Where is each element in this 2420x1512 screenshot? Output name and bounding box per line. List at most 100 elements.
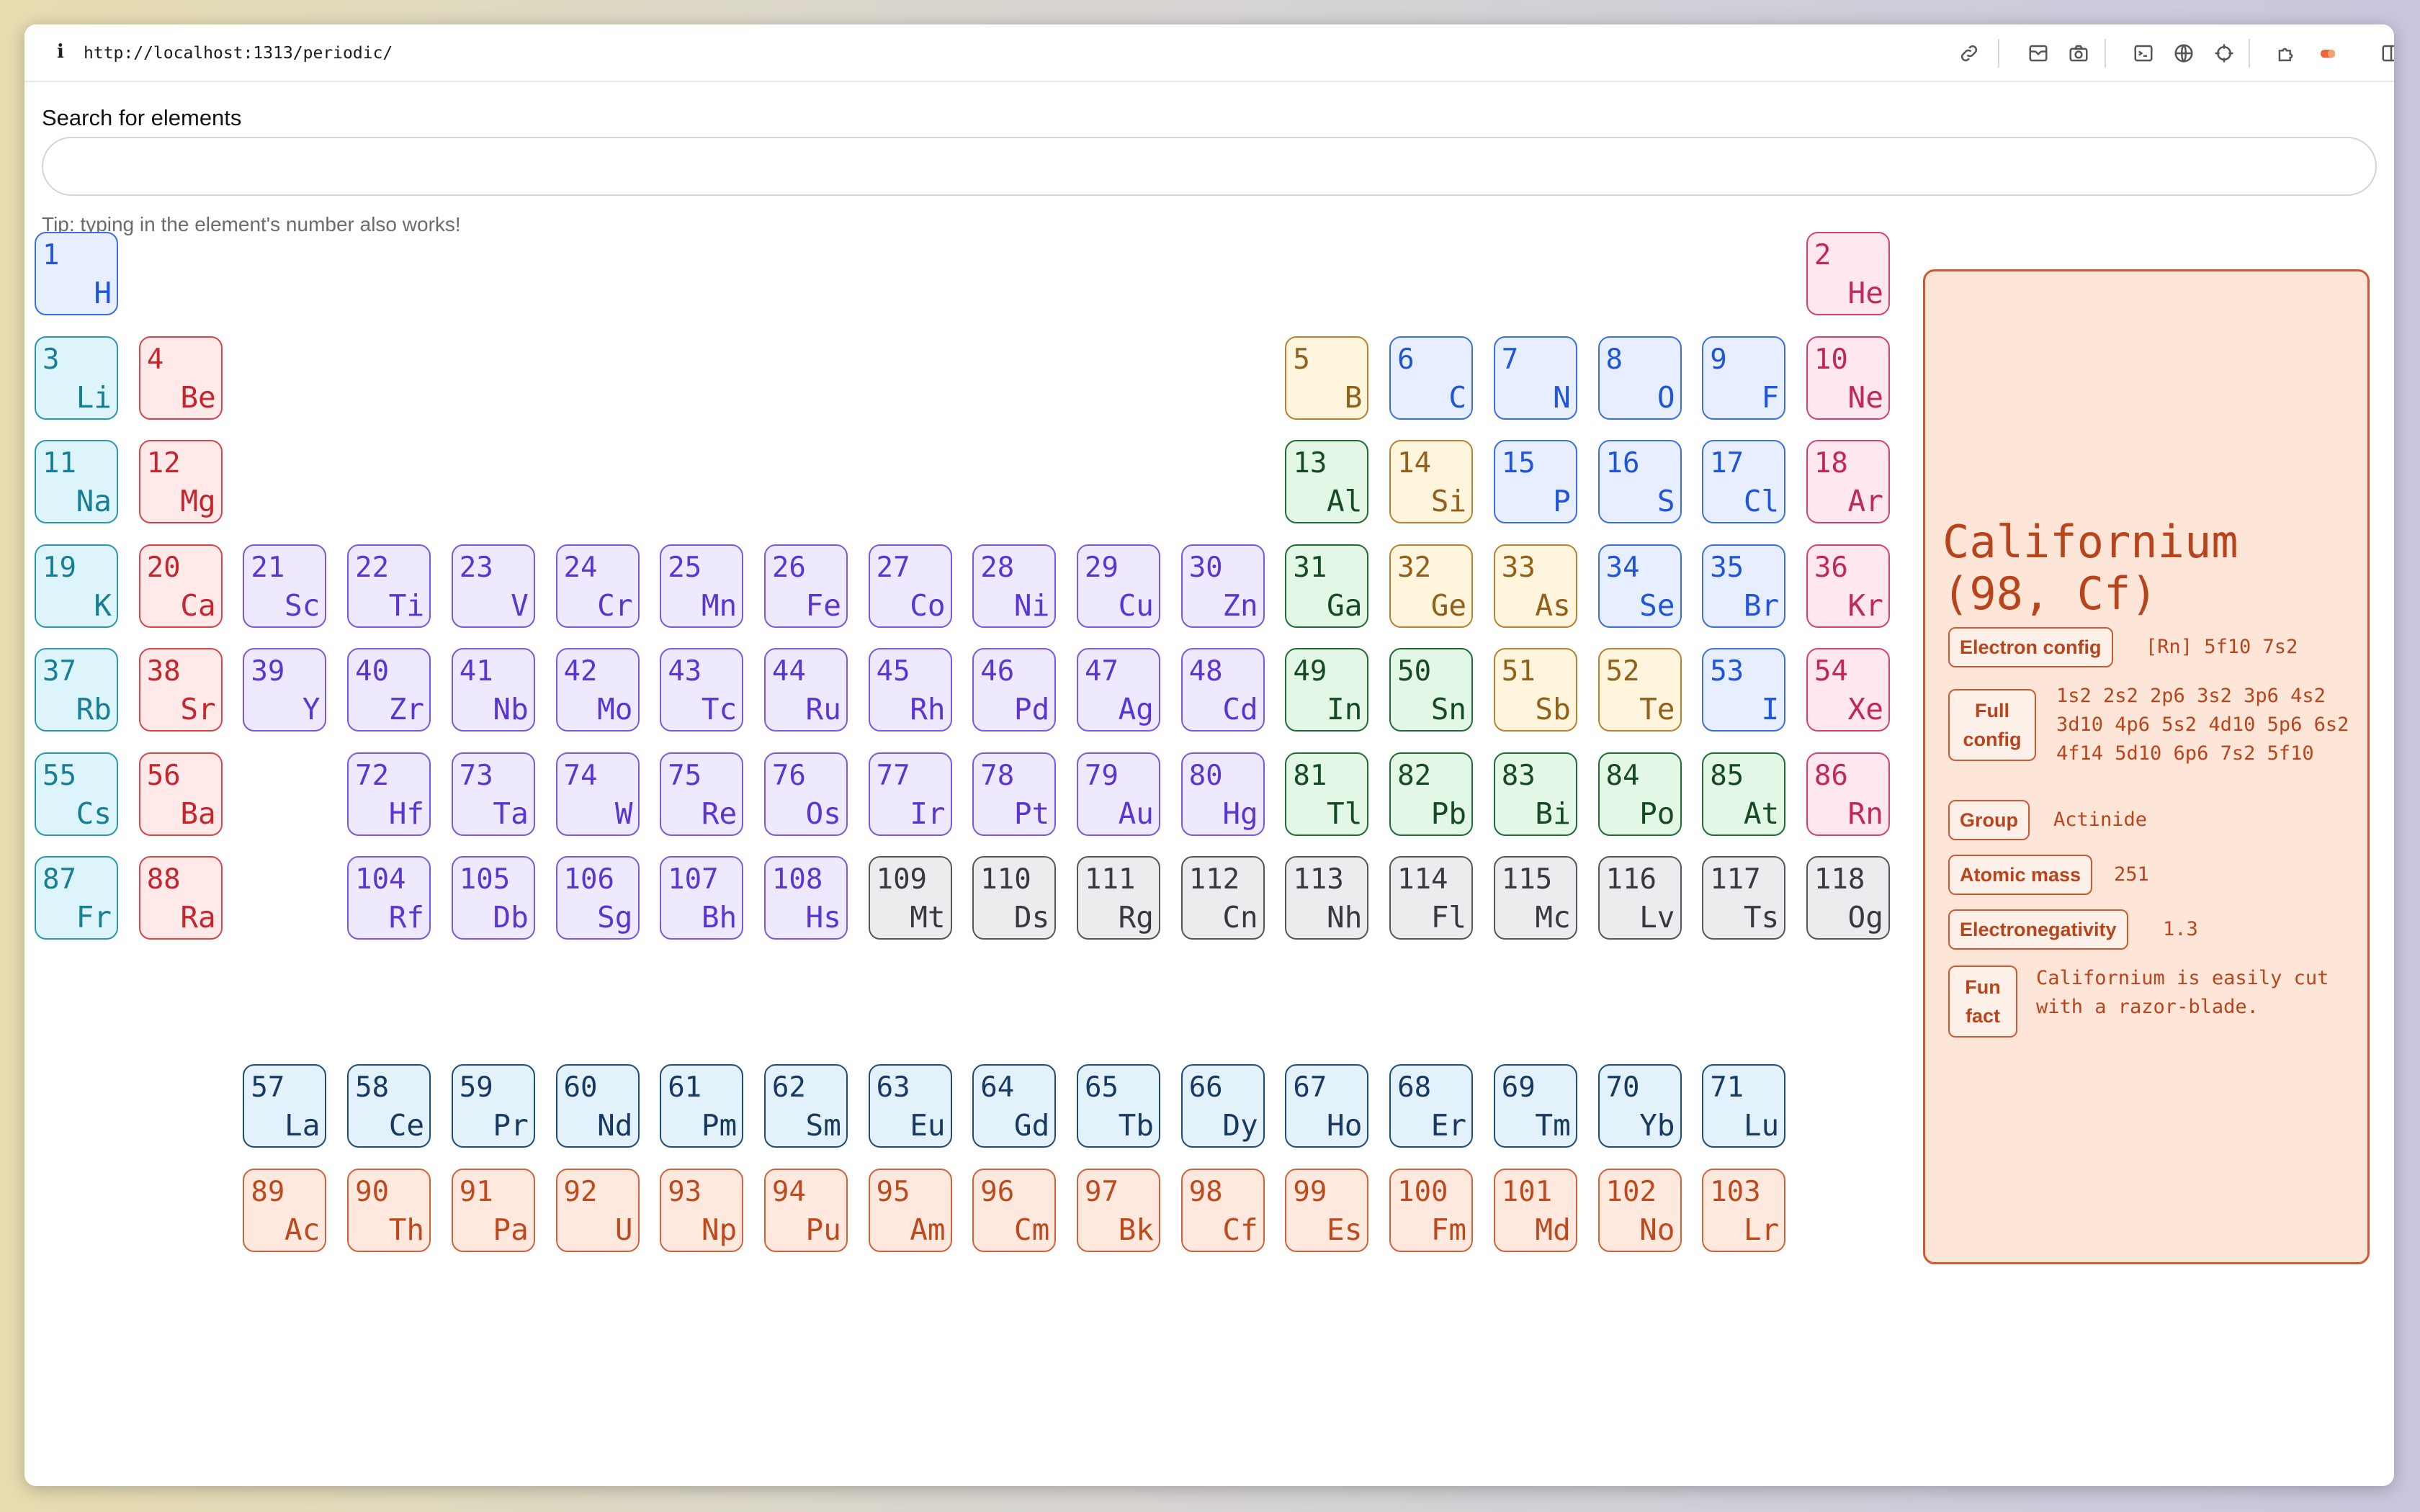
element-tile-p[interactable]: 15 P [1493, 440, 1577, 523]
element-tile-br[interactable]: 35 Br [1702, 544, 1786, 628]
eraser-icon[interactable] [2313, 39, 2342, 68]
element-tile-ba[interactable]: 56 Ba [138, 752, 223, 836]
element-tile-se[interactable]: 34 Se [1597, 544, 1682, 628]
element-tile-nb[interactable]: 41 Nb [451, 648, 535, 732]
element-tile-k[interactable]: 19 K [35, 544, 118, 628]
element-tile-mn[interactable]: 25 Mn [660, 544, 744, 628]
element-tile-md[interactable]: 101 Md [1493, 1168, 1577, 1252]
element-tile-ta[interactable]: 73 Ta [451, 752, 535, 836]
element-tile-ca[interactable]: 20 Ca [138, 544, 223, 628]
element-tile-sb[interactable]: 51 Sb [1493, 648, 1577, 732]
element-tile-fl[interactable]: 114 Fl [1389, 856, 1474, 940]
element-tile-ho[interactable]: 67 Ho [1285, 1064, 1369, 1148]
crosshair-icon[interactable] [2210, 39, 2238, 68]
element-tile-mg[interactable]: 12 Mg [138, 440, 223, 523]
element-tile-ds[interactable]: 110 Ds [972, 856, 1057, 940]
element-tile-eu[interactable]: 63 Eu [868, 1064, 952, 1148]
element-tile-ru[interactable]: 44 Ru [763, 648, 848, 732]
element-tile-ar[interactable]: 18 Ar [1806, 440, 1890, 523]
element-tile-sr[interactable]: 38 Sr [138, 648, 223, 732]
element-tile-ts[interactable]: 117 Ts [1702, 856, 1786, 940]
element-tile-b[interactable]: 5B [1285, 336, 1369, 420]
element-tile-al[interactable]: 13 Al [1285, 440, 1369, 523]
element-tile-db[interactable]: 105 Db [451, 856, 535, 940]
link-icon[interactable] [1955, 39, 1984, 68]
save-to-pocket-icon[interactable] [2024, 39, 2053, 68]
element-tile-pb[interactable]: 82 Pb [1389, 752, 1474, 836]
element-tile-la[interactable]: 57 La [243, 1064, 327, 1148]
element-tile-gd[interactable]: 64 Gd [972, 1064, 1057, 1148]
element-tile-pd[interactable]: 46 Pd [972, 648, 1057, 732]
element-tile-nd[interactable]: 60 Nd [555, 1064, 640, 1148]
element-tile-n[interactable]: 7N [1493, 336, 1577, 420]
element-tile-sg[interactable]: 106 Sg [555, 856, 640, 940]
element-tile-v[interactable]: 23 V [451, 544, 535, 628]
element-tile-ni[interactable]: 28 Ni [972, 544, 1057, 628]
element-tile-lr[interactable]: 103 Lr [1702, 1168, 1786, 1252]
search-input[interactable] [42, 137, 2377, 196]
element-tile-o[interactable]: 8O [1597, 336, 1682, 420]
element-tile-rg[interactable]: 111 Rg [1077, 856, 1160, 940]
element-tile-sc[interactable]: 21 Sc [243, 544, 327, 628]
element-tile-cn[interactable]: 112 Cn [1180, 856, 1265, 940]
element-tile-ac[interactable]: 89 Ac [243, 1168, 327, 1252]
element-tile-cf[interactable]: 98 Cf [1180, 1168, 1265, 1252]
element-tile-pt[interactable]: 78 Pt [972, 752, 1057, 836]
element-tile-pu[interactable]: 94 Pu [763, 1168, 848, 1252]
element-tile-ce[interactable]: 58 Ce [347, 1064, 431, 1148]
element-tile-ra[interactable]: 88 Ra [138, 856, 223, 940]
element-tile-c[interactable]: 6C [1389, 336, 1474, 420]
element-tile-sn[interactable]: 50 Sn [1389, 648, 1474, 732]
sidebar-icon[interactable] [2377, 39, 2394, 68]
element-tile-mt[interactable]: 109 Mt [868, 856, 952, 940]
element-tile-hf[interactable]: 72 Hf [347, 752, 431, 836]
element-tile-si[interactable]: 14 Si [1389, 440, 1474, 523]
element-tile-i[interactable]: 53 I [1702, 648, 1786, 732]
element-tile-w[interactable]: 74 W [555, 752, 640, 836]
element-tile-ir[interactable]: 77 Ir [868, 752, 952, 836]
element-tile-pa[interactable]: 91 Pa [451, 1168, 535, 1252]
element-tile-cr[interactable]: 24 Cr [555, 544, 640, 628]
extensions-icon[interactable] [2273, 39, 2302, 68]
element-tile-he[interactable]: 2 He [1806, 232, 1890, 315]
element-tile-mo[interactable]: 42 Mo [555, 648, 640, 732]
element-tile-in[interactable]: 49 In [1285, 648, 1369, 732]
element-tile-at[interactable]: 85 At [1702, 752, 1786, 836]
element-tile-bi[interactable]: 83 Bi [1493, 752, 1577, 836]
element-tile-lu[interactable]: 71 Lu [1702, 1064, 1786, 1148]
element-tile-ag[interactable]: 47 Ag [1077, 648, 1160, 732]
element-tile-am[interactable]: 95 Am [868, 1168, 952, 1252]
element-tile-rn[interactable]: 86 Rn [1806, 752, 1890, 836]
element-tile-lv[interactable]: 116 Lv [1597, 856, 1682, 940]
element-tile-kr[interactable]: 36 Kr [1806, 544, 1890, 628]
terminal-icon[interactable] [2129, 39, 2158, 68]
element-tile-tc[interactable]: 43 Tc [660, 648, 744, 732]
element-tile-pm[interactable]: 61 Pm [660, 1064, 744, 1148]
element-tile-cl[interactable]: 17 Cl [1702, 440, 1786, 523]
element-tile-be[interactable]: 4 Be [138, 336, 223, 420]
element-tile-co[interactable]: 27 Co [868, 544, 952, 628]
element-tile-f[interactable]: 9F [1702, 336, 1786, 420]
element-tile-nh[interactable]: 113 Nh [1285, 856, 1369, 940]
element-tile-fm[interactable]: 100 Fm [1389, 1168, 1474, 1252]
element-tile-rh[interactable]: 45 Rh [868, 648, 952, 732]
element-tile-er[interactable]: 68 Er [1389, 1064, 1474, 1148]
element-tile-es[interactable]: 99 Es [1285, 1168, 1369, 1252]
element-tile-na[interactable]: 11 Na [35, 440, 118, 523]
element-tile-cd[interactable]: 48 Cd [1180, 648, 1265, 732]
element-tile-po[interactable]: 84 Po [1597, 752, 1682, 836]
element-tile-bh[interactable]: 107 Bh [660, 856, 744, 940]
element-tile-cu[interactable]: 29 Cu [1077, 544, 1160, 628]
element-tile-zr[interactable]: 40 Zr [347, 648, 431, 732]
element-tile-tb[interactable]: 65 Tb [1077, 1064, 1160, 1148]
element-tile-fe[interactable]: 26 Fe [763, 544, 848, 628]
element-tile-yb[interactable]: 70 Yb [1597, 1064, 1682, 1148]
element-tile-as[interactable]: 33 As [1493, 544, 1577, 628]
element-tile-ti[interactable]: 22 Ti [347, 544, 431, 628]
element-tile-og[interactable]: 118 Og [1806, 856, 1890, 940]
element-tile-te[interactable]: 52 Te [1597, 648, 1682, 732]
element-tile-s[interactable]: 16 S [1597, 440, 1682, 523]
element-tile-ga[interactable]: 31 Ga [1285, 544, 1369, 628]
element-tile-bk[interactable]: 97 Bk [1077, 1168, 1160, 1252]
element-tile-cm[interactable]: 96 Cm [972, 1168, 1057, 1252]
